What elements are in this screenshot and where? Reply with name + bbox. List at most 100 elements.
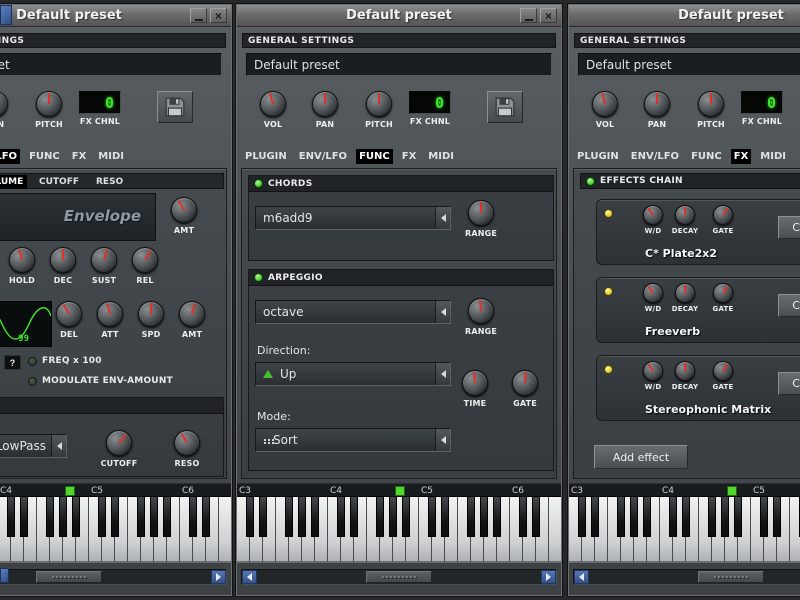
- close-button[interactable]: ×: [210, 8, 227, 23]
- arp-gate-knob[interactable]: GATE: [505, 370, 545, 408]
- piano-black-key[interactable]: [402, 497, 410, 537]
- piano-black-key[interactable]: [721, 497, 729, 537]
- effect-enable-led[interactable]: [604, 209, 613, 218]
- pan-knob-dial[interactable]: [312, 91, 338, 117]
- piano-black-key[interactable]: [376, 497, 384, 537]
- piano-black-key[interactable]: [298, 497, 306, 537]
- piano-black-key[interactable]: [163, 497, 171, 537]
- combo-arrow-icon[interactable]: [435, 207, 450, 229]
- fx-channel-selector[interactable]: 0 FX CHNL: [739, 91, 785, 126]
- titlebar[interactable]: Default preset ×: [0, 5, 231, 27]
- base-note-marker[interactable]: [65, 486, 75, 496]
- piano-black-key[interactable]: [428, 497, 436, 537]
- scrollbar-handle[interactable]: [698, 571, 764, 583]
- piano-black-key[interactable]: [98, 497, 106, 537]
- close-button[interactable]: ×: [540, 8, 557, 23]
- save-preset-button[interactable]: [157, 91, 193, 123]
- effect-decay-knob[interactable]: DECAY: [667, 361, 703, 391]
- lfo-graph[interactable]: 99: [0, 301, 52, 347]
- volume-knob-dial[interactable]: [260, 91, 286, 117]
- effect-slot-1[interactable]: W/D DECAY GATE Controls C* Plate2x2: [596, 199, 800, 265]
- piano-black-key[interactable]: [311, 497, 319, 537]
- arp-mode-select[interactable]: Sort: [255, 428, 451, 452]
- scroll-left-button[interactable]: [574, 570, 589, 584]
- piano-keyboard[interactable]: [237, 497, 561, 563]
- knob-dial[interactable]: [675, 361, 695, 381]
- tab-midi[interactable]: MIDI: [425, 149, 457, 164]
- pitch-knob-dial[interactable]: [36, 91, 62, 117]
- target-cutoff-tab[interactable]: CUTOFF: [35, 175, 83, 189]
- chord-type-select[interactable]: m6add9: [255, 206, 451, 230]
- scrollbar-handle[interactable]: [36, 571, 102, 583]
- save-preset-button[interactable]: [487, 91, 523, 123]
- preset-name-field[interactable]: Default preset: [246, 53, 552, 76]
- piano-black-key[interactable]: [7, 497, 15, 537]
- keyboard-scrollbar[interactable]: [241, 569, 557, 585]
- lfo-predelay-knob[interactable]: DEL: [49, 301, 89, 339]
- piano-black-key[interactable]: [285, 497, 293, 537]
- env-release-knob[interactable]: REL: [125, 247, 165, 285]
- knob-dial[interactable]: [643, 361, 663, 381]
- random-wave-button[interactable]: ?: [4, 355, 21, 370]
- piano-black-key[interactable]: [150, 497, 158, 537]
- env-amount-dial[interactable]: [171, 197, 197, 223]
- knob-dial[interactable]: [97, 301, 123, 327]
- knob-dial[interactable]: [675, 205, 695, 225]
- piano-black-key[interactable]: [259, 497, 267, 537]
- tab-fx[interactable]: FX: [69, 149, 90, 164]
- base-note-marker[interactable]: [395, 486, 405, 496]
- piano-black-key[interactable]: [467, 497, 475, 537]
- env-sustain-knob[interactable]: SUST: [84, 247, 124, 285]
- chord-range-knob[interactable]: RANGE: [461, 200, 501, 238]
- piano-black-key[interactable]: [708, 497, 716, 537]
- tab-fx[interactable]: FX: [730, 148, 752, 164]
- piano-white-key[interactable]: [219, 497, 231, 563]
- knob-dial[interactable]: [50, 247, 76, 273]
- effect-gate-knob[interactable]: GATE: [705, 361, 741, 391]
- filter-reso-knob[interactable]: RESO: [167, 430, 207, 468]
- effect-enable-led[interactable]: [604, 287, 613, 296]
- fx-channel-selector[interactable]: 0 FX CHNL: [77, 91, 123, 126]
- minimize-button[interactable]: [520, 8, 537, 23]
- pitch-knob-dial[interactable]: [366, 91, 392, 117]
- effect-enable-led[interactable]: [604, 365, 613, 374]
- combo-arrow-icon[interactable]: [435, 429, 450, 451]
- knob-dial[interactable]: [179, 301, 205, 327]
- arp-direction-select[interactable]: Up: [255, 362, 451, 386]
- arp-type-select[interactable]: octave: [255, 300, 451, 324]
- filter-type-select[interactable]: LowPass: [0, 434, 67, 458]
- piano-black-key[interactable]: [337, 497, 345, 537]
- pitch-knob-dial[interactable]: [698, 91, 724, 117]
- knob-dial[interactable]: [675, 283, 695, 303]
- effect-wet-dry-knob[interactable]: W/D: [635, 361, 671, 391]
- knob-dial[interactable]: [713, 361, 733, 381]
- piano-black-key[interactable]: [246, 497, 254, 537]
- piano-black-key[interactable]: [578, 497, 586, 537]
- knob-dial[interactable]: [512, 370, 538, 396]
- piano-black-key[interactable]: [202, 497, 210, 537]
- effect-wet-dry-knob[interactable]: W/D: [635, 205, 671, 235]
- volume-knob-dial[interactable]: [592, 91, 618, 117]
- titlebar[interactable]: Default preset ×: [237, 5, 561, 27]
- effect-decay-knob[interactable]: DECAY: [667, 283, 703, 313]
- knob-dial[interactable]: [91, 247, 117, 273]
- effect-controls-button[interactable]: Controls: [778, 372, 800, 395]
- piano-black-key[interactable]: [189, 497, 197, 537]
- piano-black-key[interactable]: [734, 497, 742, 537]
- env-decay-knob[interactable]: DEC: [43, 247, 83, 285]
- tab-fx[interactable]: FX: [399, 149, 420, 164]
- scroll-right-button[interactable]: [211, 570, 226, 584]
- knob-dial[interactable]: [138, 301, 164, 327]
- piano-black-key[interactable]: [617, 497, 625, 537]
- lfo-amount-knob[interactable]: AMT: [172, 301, 212, 339]
- piano-black-key[interactable]: [682, 497, 690, 537]
- target-reso-tab[interactable]: RESO: [92, 175, 127, 189]
- effect-gate-knob[interactable]: GATE: [705, 205, 741, 235]
- keyboard-scrollbar[interactable]: [0, 569, 227, 585]
- piano-black-key[interactable]: [137, 497, 145, 537]
- scroll-left-button[interactable]: [242, 570, 257, 584]
- piano-black-key[interactable]: [389, 497, 397, 537]
- fx-channel-selector[interactable]: 0 FX CHNL: [407, 91, 453, 126]
- tab-midi[interactable]: MIDI: [757, 149, 789, 164]
- knob-dial[interactable]: [174, 430, 200, 456]
